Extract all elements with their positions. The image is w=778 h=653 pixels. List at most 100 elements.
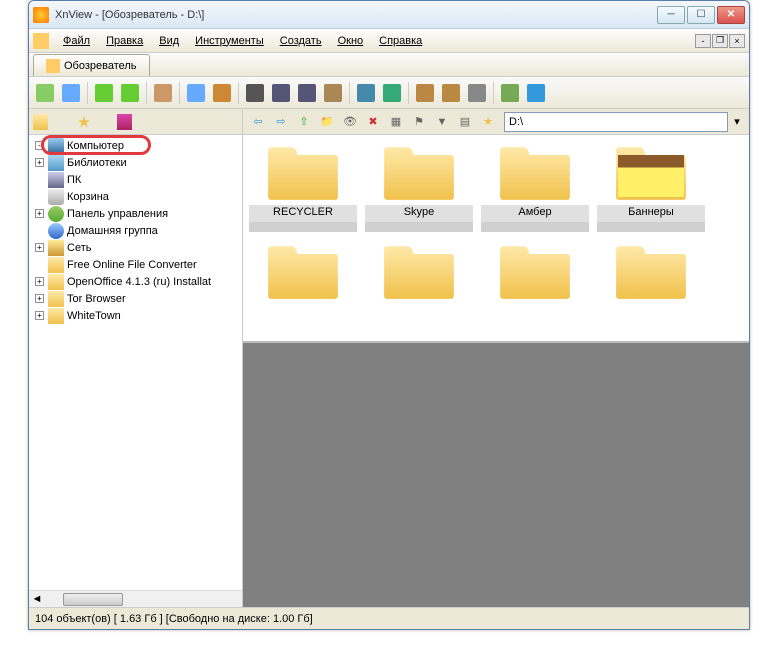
tree-horizontal-scrollbar[interactable]: ◄ [29, 590, 242, 607]
nav-show-button[interactable]: 👁 [339, 112, 361, 132]
web-button[interactable] [380, 81, 404, 105]
tree-node-icon [48, 240, 64, 256]
open-button[interactable] [33, 81, 57, 105]
tree-tab-favorites-icon[interactable]: ★ [75, 113, 93, 131]
menu-view[interactable]: Вид [151, 32, 187, 50]
find-button[interactable] [243, 81, 267, 105]
menubar-icon [33, 33, 49, 49]
tree-expander[interactable]: + [35, 294, 44, 303]
acquire-button[interactable] [184, 81, 208, 105]
camera-button[interactable] [354, 81, 378, 105]
folder-item[interactable] [597, 240, 705, 304]
tree-item[interactable]: Домашняя группа [29, 222, 242, 239]
folder-label: Баннеры [597, 205, 705, 222]
tree-expander[interactable]: + [35, 277, 44, 286]
import-button[interactable] [439, 81, 463, 105]
tree-expander[interactable]: - [35, 141, 44, 150]
tree-expander[interactable]: + [35, 311, 44, 320]
folder-label: Амбер [481, 205, 589, 222]
tree-expander[interactable]: + [35, 158, 44, 167]
mdi-restore-button[interactable]: ❐ [712, 34, 728, 48]
tree-expander[interactable]: + [35, 243, 44, 252]
convert-button[interactable] [151, 81, 175, 105]
print-icon [272, 84, 290, 102]
nav-new-folder-button[interactable]: 📁 [316, 112, 338, 132]
tree-expander[interactable]: + [35, 209, 44, 218]
print-multi-button[interactable] [295, 81, 319, 105]
settings-button[interactable] [498, 81, 522, 105]
convert-icon [154, 84, 172, 102]
nav-layout-button[interactable]: ▤ [454, 112, 476, 132]
tree-item[interactable]: +Библиотеки [29, 154, 242, 171]
tree-item[interactable]: ПК [29, 171, 242, 188]
export-icon [213, 84, 231, 102]
camera-icon [357, 84, 375, 102]
tree-tab-categories-icon[interactable] [117, 113, 135, 131]
folder-icon [380, 141, 458, 203]
menu-help[interactable]: Справка [371, 32, 430, 50]
multi-icon [324, 84, 342, 102]
maximize-button[interactable]: ☐ [687, 6, 715, 24]
tree-node-label: ПК [67, 174, 81, 186]
tree-item[interactable]: Free Online File Converter [29, 256, 242, 273]
menu-file[interactable]: Файл [55, 32, 98, 50]
slideshow-button[interactable] [59, 81, 83, 105]
tree-item[interactable]: +WhiteTown [29, 307, 242, 324]
status-free: [Свободно на диске: 1.00 Гб] [166, 613, 313, 625]
print-button[interactable] [269, 81, 293, 105]
menu-create[interactable]: Создать [272, 32, 330, 50]
reload-sub-button[interactable] [118, 81, 142, 105]
hex-icon [468, 84, 486, 102]
tree-item[interactable]: +OpenOffice 4.1.3 (ru) Installat [29, 273, 242, 290]
clipboard-button[interactable] [413, 81, 437, 105]
folder-item[interactable]: Skype [365, 141, 473, 232]
path-dropdown-button[interactable]: ▾ [729, 115, 745, 128]
tree-node-label: Компьютер [67, 140, 124, 152]
hex-button[interactable] [465, 81, 489, 105]
statusbar: 104 объект(ов) [ 1.63 Гб ] [Свободно на … [29, 607, 749, 629]
folder-icon [264, 141, 342, 203]
tree-item[interactable]: +Tor Browser [29, 290, 242, 307]
status-objects: 104 объект(ов) [35, 613, 111, 625]
preview-pane [243, 341, 749, 607]
nav-filter-button[interactable]: ▼ [431, 112, 453, 132]
nav-delete-button[interactable]: ✖ [362, 112, 384, 132]
nav-forward-button[interactable]: ⇨ [270, 112, 292, 132]
nav-sort-button[interactable]: ⚑ [408, 112, 430, 132]
tree-node-icon [48, 155, 64, 171]
tab-browser[interactable]: Обозреватель [33, 54, 150, 76]
menu-window[interactable]: Окно [330, 32, 372, 50]
menu-edit[interactable]: Правка [98, 32, 151, 50]
minimize-button[interactable]: ─ [657, 6, 685, 24]
tree-item[interactable]: +Панель управления [29, 205, 242, 222]
multi-button[interactable] [321, 81, 345, 105]
tree-node-label: Сеть [67, 242, 91, 254]
export-button[interactable] [210, 81, 234, 105]
path-input[interactable]: D:\ [504, 112, 728, 132]
folder-item[interactable] [249, 240, 357, 304]
nav-up-button[interactable]: ⇧ [293, 112, 315, 132]
tree-item[interactable]: Корзина [29, 188, 242, 205]
tabbar: Обозреватель [29, 53, 749, 77]
nav-view-mode-button[interactable]: ▦ [385, 112, 407, 132]
tree-item[interactable]: - Компьютер [29, 137, 242, 154]
folder-item[interactable]: Амбер [481, 141, 589, 232]
folder-item[interactable]: Баннеры [597, 141, 705, 232]
tree-node-icon [48, 189, 64, 205]
folder-item[interactable] [481, 240, 589, 304]
tree-tab-folders-icon[interactable] [33, 113, 51, 131]
menu-tools[interactable]: Инструменты [187, 32, 272, 50]
tree-item[interactable]: + Сеть [29, 239, 242, 256]
folder-item[interactable] [365, 240, 473, 304]
reload-button[interactable] [92, 81, 116, 105]
nav-back-button[interactable]: ⇦ [247, 112, 269, 132]
mdi-minimize-button[interactable]: - [695, 34, 711, 48]
folder-item[interactable]: RECYCLER [249, 141, 357, 232]
mdi-close-button[interactable]: × [729, 34, 745, 48]
nav-favorites-button[interactable]: ★ [477, 112, 499, 132]
info-button[interactable] [524, 81, 548, 105]
scrollbar-thumb[interactable] [63, 593, 123, 606]
reload-sub-icon [121, 84, 139, 102]
open-icon [36, 84, 54, 102]
close-button[interactable]: ✕ [717, 6, 745, 24]
